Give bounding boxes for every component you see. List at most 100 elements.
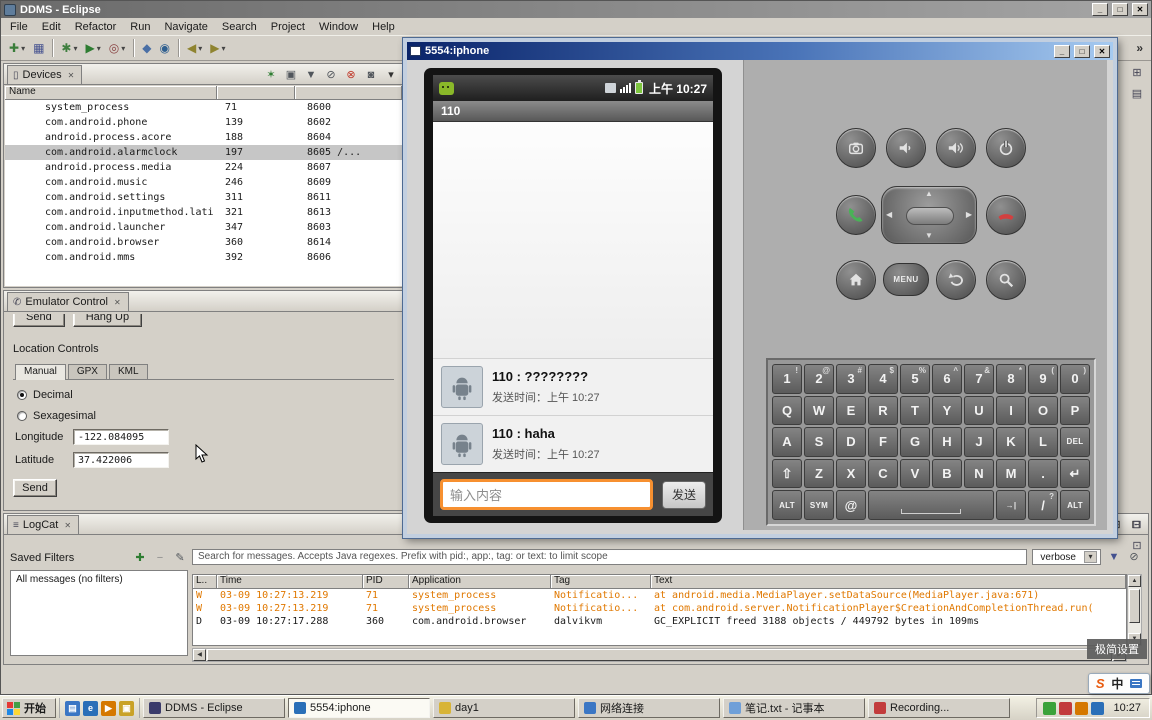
back-button[interactable] bbox=[936, 260, 976, 300]
logcat-row[interactable]: W 03-09 10:27:13.219 71 system_process Notif… bbox=[193, 589, 1126, 602]
key-alt-left[interactable]: ALT bbox=[772, 490, 802, 520]
menu-project[interactable]: Project bbox=[264, 19, 312, 35]
key-a[interactable]: A bbox=[772, 427, 802, 457]
devices-column-pid[interactable] bbox=[217, 86, 295, 99]
scroll-up-arrow-icon[interactable] bbox=[1128, 575, 1141, 587]
close-tab-icon[interactable] bbox=[68, 71, 75, 80]
menu-run[interactable]: Run bbox=[123, 19, 157, 35]
close-button[interactable]: ✕ bbox=[1132, 3, 1148, 16]
tab-emulator-control[interactable]: ✆ Emulator Control bbox=[7, 292, 129, 311]
maximize-button[interactable]: □ bbox=[1074, 44, 1090, 58]
sexagesimal-radio[interactable] bbox=[17, 411, 27, 421]
restore-outline-view-icon[interactable]: ⊞ bbox=[1129, 65, 1145, 81]
taskbar-item-network-connections[interactable]: 网络连接 bbox=[578, 698, 720, 718]
vertical-scroll-thumb[interactable] bbox=[1129, 589, 1140, 623]
device-process-row-com-android-inputmethod-lati[interactable]: com.android.inputmethod.lati 321 8613 bbox=[5, 205, 402, 220]
search-icon[interactable]: ◉ bbox=[156, 38, 172, 58]
restore-tasks-view-icon[interactable]: ⊡ bbox=[1129, 538, 1145, 554]
volume-down-button[interactable] bbox=[886, 128, 926, 168]
stop-process-icon[interactable]: ⊗ bbox=[343, 67, 359, 83]
logcat-column-pid[interactable]: PID bbox=[363, 575, 409, 588]
dpad-right-icon[interactable]: ▶ bbox=[966, 211, 972, 219]
new-java-class-icon[interactable]: ◆ bbox=[139, 38, 154, 58]
logcat-column-application[interactable]: Application bbox=[409, 575, 551, 588]
key-space[interactable] bbox=[868, 490, 994, 520]
menu-help[interactable]: Help bbox=[365, 19, 402, 35]
key-5[interactable]: 5% bbox=[900, 364, 930, 394]
device-process-row-com-android-alarmclock[interactable]: com.android.alarmclock 197 8605 /... bbox=[5, 145, 402, 160]
saved-filters-list[interactable]: All messages (no filters) bbox=[10, 570, 188, 656]
run-icon[interactable]: ▶ ▾ bbox=[83, 38, 104, 58]
tray-update-icon[interactable] bbox=[1075, 701, 1089, 715]
ime-language-indicator[interactable]: 中 bbox=[1111, 675, 1123, 692]
key-o[interactable]: O bbox=[1028, 395, 1058, 426]
menu-window[interactable]: Window bbox=[312, 19, 365, 35]
screen-capture-icon[interactable]: ◙ bbox=[363, 67, 379, 83]
close-tab-icon[interactable] bbox=[114, 298, 121, 307]
save-log-icon[interactable]: ▼ bbox=[1106, 549, 1122, 565]
key-r[interactable]: R bbox=[868, 395, 898, 426]
tray-music-icon[interactable] bbox=[1059, 701, 1073, 715]
close-tab-icon[interactable] bbox=[64, 521, 71, 530]
taskbar-item-ddms-eclipse[interactable]: DDMS - Eclipse bbox=[143, 698, 285, 718]
key-del[interactable]: DEL bbox=[1060, 427, 1090, 457]
key-h[interactable]: H bbox=[932, 427, 962, 457]
home-button[interactable] bbox=[836, 260, 876, 300]
power-button[interactable] bbox=[986, 128, 1026, 168]
key-tab[interactable]: →| bbox=[996, 490, 1026, 520]
end-call-button[interactable] bbox=[986, 195, 1026, 235]
maximize-button[interactable]: □ bbox=[1112, 3, 1128, 16]
minimize-button[interactable]: _ bbox=[1054, 44, 1070, 58]
show-desktop-icon[interactable]: ▤ bbox=[65, 700, 80, 716]
devices-column-port[interactable] bbox=[295, 86, 402, 99]
key-alt-right[interactable]: ALT bbox=[1060, 490, 1090, 520]
close-button[interactable]: ✕ bbox=[1094, 44, 1110, 58]
message-item[interactable]: 110 : ???????? 发送时间：上午 10:27 bbox=[433, 358, 713, 415]
device-process-row-android-process-media[interactable]: android.process.media 224 8607 bbox=[5, 160, 402, 175]
volume-up-button[interactable] bbox=[936, 128, 976, 168]
key-n[interactable]: N bbox=[964, 458, 994, 489]
message-item[interactable]: 110 : haha 发送时间：上午 10:27 bbox=[433, 415, 713, 472]
tab-manual[interactable]: Manual bbox=[15, 364, 66, 380]
key-sym[interactable]: SYM bbox=[804, 490, 834, 520]
key-w[interactable]: W bbox=[804, 395, 834, 426]
device-process-row-com-android-music[interactable]: com.android.music 246 8609 bbox=[5, 175, 402, 190]
decimal-radio-row[interactable]: Decimal bbox=[13, 389, 394, 401]
emulator-title-bar[interactable]: 5554:iphone _ □ ✕ bbox=[407, 42, 1113, 60]
key-t[interactable]: T bbox=[900, 395, 930, 426]
scroll-left-arrow-icon[interactable] bbox=[193, 649, 206, 661]
key-at[interactable]: @ bbox=[836, 490, 866, 520]
taskbar-clock[interactable]: 10:27 bbox=[1108, 702, 1141, 714]
key-k[interactable]: K bbox=[996, 427, 1026, 457]
logcat-row[interactable]: W 03-09 10:27:13.219 71 system_process Notif… bbox=[193, 602, 1126, 615]
key-enter[interactable]: ↵ bbox=[1060, 458, 1090, 489]
key-9[interactable]: 9( bbox=[1028, 364, 1058, 394]
add-filter-icon[interactable]: ✚ bbox=[132, 550, 148, 566]
location-send-button[interactable]: Send bbox=[13, 479, 57, 497]
key-7[interactable]: 7 & bbox=[964, 364, 994, 394]
compose-input[interactable]: 输入内容 bbox=[440, 479, 653, 510]
key-8[interactable]: 8 * bbox=[996, 364, 1026, 394]
tab-gpx[interactable]: GPX bbox=[67, 364, 107, 379]
key-g[interactable]: G bbox=[900, 427, 930, 457]
menu-file[interactable]: File bbox=[3, 19, 35, 35]
restore-properties-view-icon[interactable]: ▤ bbox=[1129, 86, 1145, 102]
telephony-send-button[interactable]: Send bbox=[13, 314, 65, 327]
eclipse-title-bar[interactable]: DDMS - Eclipse _ □ ✕ bbox=[1, 1, 1151, 18]
key-shift[interactable]: ⇧ bbox=[772, 458, 802, 489]
dump-hprof-icon[interactable]: ▼ bbox=[303, 67, 319, 83]
menu-refactor[interactable]: Refactor bbox=[68, 19, 124, 35]
save-icon[interactable]: ▦ bbox=[30, 38, 47, 58]
back-icon[interactable]: ◀ ▾ bbox=[184, 38, 205, 58]
dpad-center-button[interactable] bbox=[906, 207, 954, 225]
key-v[interactable]: V bbox=[900, 458, 930, 489]
delete-filter-icon[interactable]: − bbox=[152, 550, 168, 566]
key-x[interactable]: X bbox=[836, 458, 866, 489]
menu-edit[interactable]: Edit bbox=[35, 19, 68, 35]
dpad[interactable]: ▲ ▼ ◀ ▶ bbox=[881, 186, 977, 244]
sexagesimal-radio-row[interactable]: Sexagesimal bbox=[13, 410, 394, 422]
device-process-row-com-android-phone[interactable]: com.android.phone 139 8602 bbox=[5, 115, 402, 130]
send-message-button[interactable]: 发送 bbox=[661, 480, 706, 509]
tray-network-icon[interactable] bbox=[1091, 701, 1105, 715]
device-process-row-system-process[interactable]: system_process 71 8600 bbox=[5, 100, 402, 115]
